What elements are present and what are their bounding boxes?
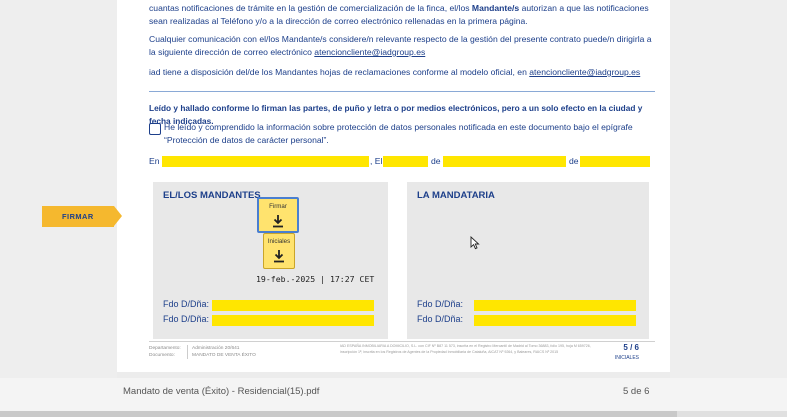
city-field[interactable]: [162, 156, 369, 167]
day-field[interactable]: [383, 156, 428, 167]
year-field[interactable]: [580, 156, 650, 167]
mandataria-title: LA MANDATARIA: [417, 190, 495, 201]
viewer-left-margin: [0, 0, 117, 380]
email-link-2[interactable]: atencioncliente@iadgroup.es: [529, 67, 640, 77]
de-label-2: de: [569, 156, 579, 166]
email-link[interactable]: atencioncliente@iadgroup.es: [314, 47, 425, 57]
fdo-label: Fdo D/Dña:: [417, 299, 464, 309]
document-filename: Mandato de venta (Éxito) - Residencial(1…: [123, 386, 320, 397]
viewer-right-margin: [670, 0, 787, 380]
en-label: En: [149, 156, 160, 166]
sign-button-label: Firmar: [269, 203, 287, 210]
mandantes-title: EL/LOS MANDANTES: [163, 190, 261, 201]
month-field[interactable]: [443, 156, 566, 167]
firmar-tag-label: FIRMAR: [62, 212, 94, 221]
initials-button[interactable]: Iniciales: [263, 233, 295, 269]
sign-button[interactable]: Firmar: [257, 197, 299, 233]
communication-paragraph: Cualquier comunicación con el/los Mandan…: [149, 34, 652, 57]
download-arrow-icon: [274, 250, 284, 263]
signing-place-date-row: En , El de de: [149, 156, 655, 168]
mandataria-name-field-1[interactable]: [474, 300, 636, 311]
initials-button-label: Iniciales: [267, 238, 291, 245]
mandataria-name-field-2[interactable]: [474, 315, 636, 326]
fdo-label: Fdo D/Dña:: [163, 299, 210, 309]
progress-scrubber[interactable]: [0, 411, 787, 417]
firmar-navigation-tag[interactable]: FIRMAR: [42, 206, 122, 227]
footer-values: Administración 20/641 MANDATO DE VENTA É…: [187, 345, 256, 359]
page-footer: Departamento: Documento: Administración …: [149, 341, 655, 364]
mouse-pointer-icon: [470, 236, 480, 250]
document-page: cuantas notificaciones de trámite en la …: [117, 0, 670, 372]
signature-timestamp: 19-feb.-2025 | 17:27 CET: [256, 274, 375, 284]
download-arrow-icon: [273, 215, 283, 228]
fdo-label: Fdo D/Dña:: [417, 314, 464, 324]
privacy-checkbox[interactable]: [149, 123, 161, 135]
privacy-checkbox-label: He leído y comprendido la información so…: [164, 122, 633, 145]
footer-page-number: 5 / 6: [623, 343, 639, 352]
signer-name-field-1[interactable]: [212, 300, 374, 311]
signer-name-field-2[interactable]: [212, 315, 374, 326]
fdo-label: Fdo D/Dña:: [163, 314, 210, 324]
de-label-1: de: [431, 156, 441, 166]
footer-legal-text: IAD ESPAÑA INMOBILIARIA A DOMICILIO, S.L…: [340, 344, 591, 354]
mandantes-signature-box: EL/LOS MANDANTES Firmar Iniciales 19-feb…: [153, 182, 388, 339]
progress-fill: [0, 411, 677, 417]
complaints-paragraph: iad tiene a disposición del/de los Manda…: [149, 67, 641, 77]
divider: [149, 91, 655, 92]
page-indicator: 5 de 6: [623, 386, 650, 397]
mandataria-signature-box: LA MANDATARIA Fdo D/Dña: Fdo D/Dña:: [407, 182, 649, 339]
el-label: , El: [370, 156, 383, 166]
notifications-paragraph: cuantas notificaciones de trámite en la …: [149, 3, 649, 26]
footer-initials-label: INICIALES: [614, 355, 639, 361]
footer-labels: Departamento: Documento:: [149, 346, 181, 358]
